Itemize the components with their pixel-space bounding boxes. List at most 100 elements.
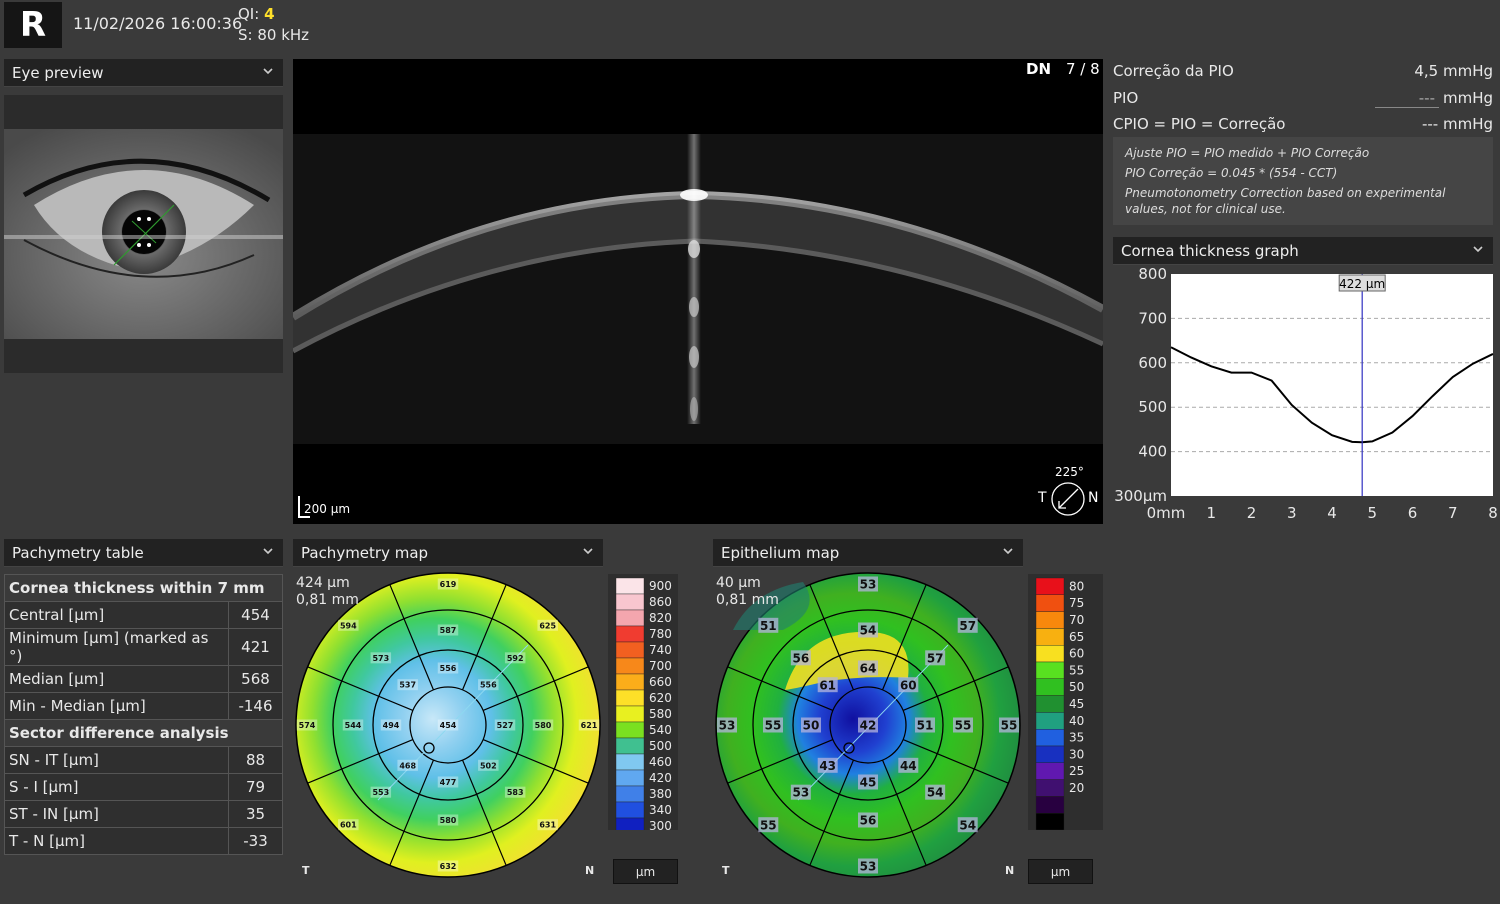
pio-note-box: Ajuste PIO = PIO medido + PIO Correção P… [1113, 137, 1493, 225]
scale-label: 540 [649, 723, 672, 737]
eye-side-badge: R [4, 2, 62, 48]
pio-correction-row: Correção da PIO 4,5 mmHg [1113, 62, 1493, 80]
color-swatch [1035, 779, 1065, 797]
row-label: Central [µm] [4, 601, 229, 629]
scale-label: 740 [649, 643, 672, 657]
thickness-graph-dropdown[interactable]: Cornea thickness graph [1113, 237, 1493, 265]
table-row: Min - Median [µm] -146 [4, 692, 283, 720]
row-value: 35 [228, 800, 283, 828]
map-info-value: 40 µm [716, 575, 761, 591]
color-swatch [1035, 594, 1065, 612]
scale-label: 65 [1069, 630, 1084, 644]
x-tick-label: 0mm [1147, 504, 1186, 522]
scale-label: 55 [1069, 663, 1084, 677]
color-swatch [615, 769, 645, 787]
x-tick-label: 7 [1448, 504, 1458, 522]
color-swatch [615, 753, 645, 771]
eye-preview-image [4, 129, 283, 339]
y-tick-label: 800 [1138, 268, 1167, 283]
color-swatch [1035, 762, 1065, 780]
sector-value: 43 [819, 759, 836, 773]
sector-value: 592 [507, 654, 524, 663]
temporal-label: T [302, 864, 310, 877]
color-swatch [1035, 628, 1065, 646]
sector-value: 619 [440, 580, 457, 589]
pio-input[interactable]: --- [1375, 89, 1439, 108]
scale-label: 30 [1069, 747, 1084, 761]
row-value: 568 [228, 665, 283, 693]
color-swatch [615, 593, 645, 611]
pachymetry-map-panel: 454 556 537 494 468 477 502 527 556 587 573 544 553 5… [293, 570, 603, 890]
sector-value: 44 [900, 759, 917, 773]
sector-value: 631 [539, 821, 556, 830]
scale-label: 380 [649, 787, 672, 801]
pio-note-line: Pneumotonometry Correction based on expe… [1125, 186, 1446, 216]
sector-value: 527 [497, 721, 514, 730]
sector-value: 56 [792, 651, 809, 665]
x-tick-label: 4 [1327, 504, 1337, 522]
pachymetry-table-dropdown[interactable]: Pachymetry table [4, 539, 283, 567]
map-info-value: 424 µm [296, 575, 350, 591]
sector-value: 556 [440, 664, 457, 673]
pio-note-line: PIO Correção = 0.045 * (554 - CCT) [1125, 166, 1338, 180]
sector-value: 55 [765, 719, 782, 733]
pio-correction-value: 4,5 mmHg [1414, 62, 1493, 80]
color-swatch [1035, 678, 1065, 696]
eye-preview-dropdown[interactable]: Eye preview [4, 59, 283, 87]
sector-value: 454 [440, 721, 457, 730]
epithelium-map-dropdown[interactable]: Epithelium map [713, 539, 1023, 567]
pachymetry-map-dropdown[interactable]: Pachymetry map [293, 539, 603, 567]
table-row: S - I [µm] 79 [4, 773, 283, 801]
sector-value: 621 [581, 721, 598, 730]
sector-value: 54 [860, 624, 877, 638]
scale-label: 50 [1069, 680, 1084, 694]
sector-value: 42 [860, 719, 877, 733]
pachymetry-unit-button[interactable]: µm [613, 859, 678, 884]
sector-value: 45 [860, 776, 877, 790]
pachymetry-table-title: Pachymetry table [12, 544, 144, 562]
scale-label: 40 [1069, 714, 1084, 728]
color-swatch [1035, 644, 1065, 663]
chevron-down-icon [1473, 246, 1483, 253]
epithelium-map-panel: 42 64 61 50 43 45 44 51 60 54 56 55 53 56 54 55 57 53 51 53… [713, 570, 1023, 890]
scale-label: 820 [649, 611, 672, 625]
sector-value: 51 [760, 619, 777, 633]
cpio-row: CPIO = PIO = Correção --- mmHg [1113, 115, 1493, 133]
sector-value: 54 [959, 818, 976, 832]
y-tick-label: 400 [1138, 443, 1167, 461]
sector-value: 55 [955, 719, 972, 733]
color-swatch [1035, 745, 1065, 763]
color-swatch [615, 801, 645, 819]
table-section-title: Cornea thickness within 7 mm [4, 574, 283, 602]
scale-label: 580 [649, 707, 672, 721]
table-row: Central [µm] 454 [4, 601, 283, 629]
scale-label: 60 [1069, 647, 1084, 661]
chevron-down-icon [263, 68, 273, 75]
map-info: 424 µm 0,81 mm [296, 575, 359, 609]
y-tick-label: 600 [1138, 354, 1167, 372]
sector-value: 55 [760, 818, 777, 832]
y-tick-label: 700 [1138, 309, 1167, 327]
color-swatch [1035, 712, 1065, 730]
cornea-thickness-chart: 800 700 600 500 400 300µm0mm 1 2 3 4 5 6 7 8 422 µm [1114, 268, 1498, 522]
row-label: T - N [µm] [4, 827, 229, 855]
sector-value: 56 [860, 814, 877, 828]
color-swatch [615, 785, 645, 803]
scale-label: 860 [649, 595, 672, 609]
temporal-label: T [1038, 490, 1047, 506]
sector-value: 51 [917, 719, 934, 733]
scale-label: 460 [649, 755, 672, 769]
color-swatch [1035, 796, 1065, 814]
row-value: 454 [228, 601, 283, 629]
epithelium-color-scale: 80 75 70 65 60 55 50 45 40 35 30 25 20 [1028, 574, 1103, 831]
table-row: Minimum [µm] (marked as °) 421 [4, 628, 283, 666]
sector-value: 544 [345, 721, 362, 730]
marker-label: 422 µm [1339, 277, 1385, 291]
color-swatch [615, 721, 645, 739]
epithelium-unit-button[interactable]: µm [1028, 859, 1093, 884]
epithelium-map-chart: 42 64 61 50 43 45 44 51 60 54 56 55 53 56 54 55 57 53 51 53… [715, 572, 1021, 878]
sector-value: 64 [860, 662, 877, 676]
cpio-label: CPIO = PIO = Correção [1113, 115, 1286, 133]
row-label: Min - Median [µm] [4, 692, 229, 720]
pachymetry-color-scale: 900 860 820 780 740 700 660 620 580 540 500 460 420 3… [608, 574, 678, 835]
